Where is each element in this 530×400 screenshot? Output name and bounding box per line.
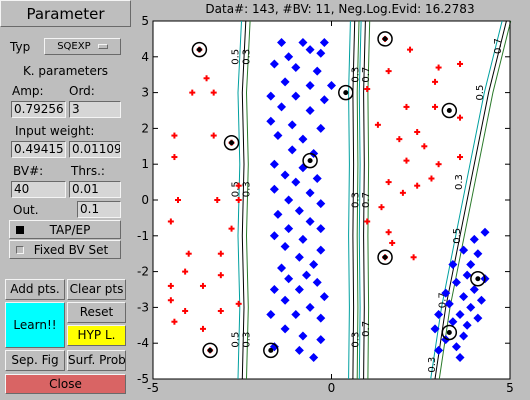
plot-area[interactable] — [152, 20, 511, 380]
y-tick-label: -3 — [137, 300, 149, 314]
x-tick-label: -5 — [147, 381, 159, 395]
contour-label: 0.5 — [475, 85, 486, 101]
contour-label: 0.3 — [350, 67, 361, 83]
basis-vector-center — [207, 347, 213, 353]
contour-label: 0.3 — [350, 332, 361, 348]
y-tick-label: 0 — [141, 193, 149, 207]
x-tick-label: 0 — [328, 381, 336, 395]
contour-label: 0.5 — [231, 332, 242, 348]
basis-vector-center — [343, 90, 349, 96]
basis-vector-center — [196, 47, 202, 53]
contour-label: 0.5 — [231, 49, 242, 65]
contour-label: 0.3 — [241, 181, 252, 197]
basis-vector-center — [382, 254, 388, 260]
contour-label: 0.3 — [427, 357, 438, 373]
contour-label: 0.7 — [361, 67, 372, 83]
y-tick-label: 5 — [141, 14, 149, 28]
contour-label: 0.3 — [454, 174, 465, 190]
contour-label: 0.5 — [452, 228, 463, 244]
contour-label: 0.3 — [241, 332, 252, 348]
y-tick-label: -1 — [137, 229, 149, 243]
y-tick-label: -4 — [137, 336, 149, 350]
y-tick-label: 2 — [141, 121, 149, 135]
basis-vector-center — [307, 158, 313, 164]
contour-label: 0.3 — [350, 192, 361, 208]
contour-label: 0.7 — [361, 321, 372, 337]
contour-label: 0.3 — [241, 49, 252, 65]
y-tick-label: -2 — [137, 265, 149, 279]
basis-vector-center — [475, 276, 481, 282]
y-tick-label: 1 — [141, 157, 149, 171]
y-tick-label: 4 — [141, 50, 149, 64]
basis-vector-center — [382, 36, 388, 42]
basis-vector-center — [268, 347, 274, 353]
basis-vector-center — [229, 140, 235, 146]
y-tick-label: 3 — [141, 86, 149, 100]
basis-vector-center — [446, 108, 452, 113]
contour-label: 0.5 — [231, 181, 242, 197]
basis-vector-center — [446, 329, 452, 335]
x-tick-label: 5 — [506, 381, 514, 395]
contour-label: 0.7 — [493, 38, 504, 54]
classification-plot[interactable]: 0.30.50.30.50.30.50.3 0.70.3 0.70.30.70.70… — [0, 0, 530, 400]
contour-label: 0.7 — [361, 192, 372, 208]
